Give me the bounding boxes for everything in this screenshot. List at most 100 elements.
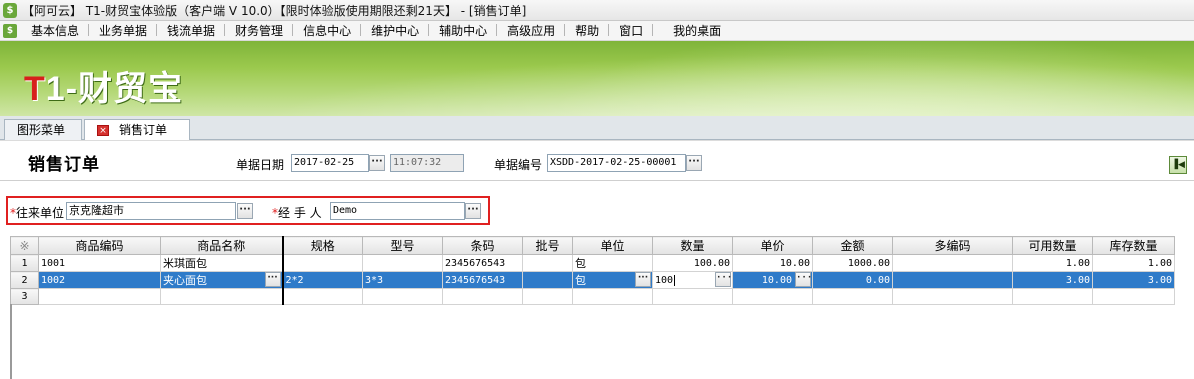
cell-barcode[interactable]: 2345676543 [442,254,523,272]
row-number[interactable]: 1 [10,254,39,272]
cell-qty[interactable] [652,288,733,305]
row-number[interactable]: 3 [10,288,39,305]
cell-price[interactable] [732,288,813,305]
menu-business-docs[interactable]: 业务单据 [89,22,158,39]
menu-finance[interactable]: 财务管理 [225,22,294,39]
cell-unit[interactable] [572,288,653,305]
time-field: 11:07:32 [390,154,464,172]
cell-unit[interactable]: 包 ··· [572,271,653,289]
cell-available[interactable]: 3.00 [1012,271,1093,289]
col-header-spec[interactable]: 规格 [281,236,363,255]
menu-basic-info[interactable]: 基本信息 [21,22,90,39]
menu-help[interactable]: 帮助 [565,22,610,39]
cell-qty-editor[interactable]: 100 ··· [652,271,733,289]
partner-field[interactable]: 京克隆超市 [66,202,236,220]
cell-spec[interactable]: 2*2 [281,271,363,289]
cell-code[interactable] [38,288,161,305]
col-header-available[interactable]: 可用数量 [1012,236,1093,255]
cell-multi-code[interactable] [892,254,1013,272]
price-picker-button[interactable]: ··· [795,272,812,287]
qty-picker-button[interactable]: ··· [715,272,732,287]
menu-assist[interactable]: 辅助中心 [429,22,498,39]
cell-amount[interactable] [812,288,893,305]
col-header-stock[interactable]: 库存数量 [1092,236,1175,255]
handler-picker-button[interactable]: ··· [465,203,481,219]
col-header-unit[interactable]: 单位 [572,236,653,255]
name-picker-button[interactable]: ··· [264,272,281,287]
cell-name[interactable] [160,288,283,305]
grid-left-border [10,304,12,379]
cell-barcode[interactable] [442,288,523,305]
grid-corner[interactable]: ※ [10,236,39,255]
handler-field[interactable]: Demo [330,202,465,220]
menu-app-icon[interactable]: $ [3,23,17,38]
cell-batch[interactable] [522,288,573,305]
menu-my-desktop[interactable]: 我的桌面 [653,22,731,39]
order-lines-table: ※ 商品编码 商品名称 规格 型号 条码 批号 单位 数量 单价 金额 多编码 … [10,236,1175,305]
col-header-multi-code[interactable]: 多编码 [892,236,1013,255]
cell-multi-code[interactable] [892,271,1013,289]
unit-picker-button[interactable]: ··· [635,272,651,287]
cell-model[interactable] [362,254,443,272]
cell-available[interactable] [1012,288,1093,305]
brand-logo: T1-财贸宝 [24,70,184,108]
date-picker-button[interactable]: ··· [369,155,385,171]
page-title: 销售订单 [28,155,100,175]
cell-name[interactable]: 米琪面包 [160,254,283,272]
divider [0,180,1194,181]
table-row[interactable]: 3 [10,288,1175,305]
panel-toggle-button[interactable]: ▐◀ [1169,156,1187,174]
cell-available[interactable]: 1.00 [1012,254,1093,272]
cell-batch[interactable] [522,271,573,289]
cell-unit[interactable]: 包 [572,254,653,272]
col-header-code[interactable]: 商品编码 [38,236,161,255]
close-icon[interactable]: × [97,125,109,136]
table-row[interactable]: 1 1001 米琪面包 2345676543 包 100.00 10.00 10… [10,254,1175,272]
cell-price[interactable]: 10.00 [732,254,813,272]
cell-model[interactable] [362,288,443,305]
col-header-model[interactable]: 型号 [362,236,443,255]
cell-barcode[interactable]: 2345676543 [442,271,523,289]
tab-bar: 图形菜单 × 销售订单 [0,116,1194,141]
col-header-qty[interactable]: 数量 [652,236,733,255]
cell-stock[interactable]: 3.00 [1092,271,1175,289]
cell-amount[interactable]: 1000.00 [812,254,893,272]
menu-maintenance[interactable]: 维护中心 [361,22,430,39]
table-header: ※ 商品编码 商品名称 规格 型号 条码 批号 单位 数量 单价 金额 多编码 … [10,236,1175,255]
col-header-batch[interactable]: 批号 [522,236,573,255]
cell-stock[interactable]: 1.00 [1092,254,1175,272]
cell-price[interactable]: 10.00 ··· [732,271,813,289]
cell-stock[interactable] [1092,288,1175,305]
menu-window[interactable]: 窗口 [609,22,654,39]
brand-banner: T1-财贸宝 [0,41,1194,116]
cell-code[interactable]: 1002 [38,271,161,289]
menu-bar: $ 基本信息 业务单据 钱流单据 财务管理 信息中心 维护中心 辅助中心 高级应… [0,21,1194,41]
col-header-price[interactable]: 单价 [732,236,813,255]
tab-graphic-menu[interactable]: 图形菜单 [4,119,82,140]
cell-batch[interactable] [522,254,573,272]
partner-picker-button[interactable]: ··· [237,203,253,219]
date-field[interactable]: 2017-02-25 [291,154,369,172]
col-header-name[interactable]: 商品名称 [160,236,283,255]
col-header-barcode[interactable]: 条码 [442,236,523,255]
number-picker-button[interactable]: ··· [686,155,702,171]
cell-spec[interactable] [281,254,363,272]
row-number[interactable]: 2 [10,271,39,289]
col-header-amount[interactable]: 金额 [812,236,893,255]
window-title-bar: $ 【阿可云】 T1-财贸宝体验版（客户端 V 10.0）【限时体验版使用期限还… [0,0,1194,21]
tab-sales-order[interactable]: × 销售订单 [84,119,190,141]
menu-cashflow-docs[interactable]: 钱流单据 [157,22,226,39]
menu-info-center[interactable]: 信息中心 [293,22,362,39]
cell-amount[interactable]: 0.00 [812,271,893,289]
app-icon: $ [3,2,17,18]
cell-qty[interactable]: 100.00 [652,254,733,272]
cell-name[interactable]: 夹心面包 ··· [160,271,283,289]
cell-model[interactable]: 3*3 [362,271,443,289]
cell-code[interactable]: 1001 [38,254,161,272]
number-field[interactable]: XSDD-2017-02-25-00001 [547,154,686,172]
window-title: 【阿可云】 T1-财贸宝体验版（客户端 V 10.0）【限时体验版使用期限还剩2… [22,3,527,18]
cell-spec[interactable] [281,288,363,305]
menu-advanced[interactable]: 高级应用 [497,22,566,39]
cell-multi-code[interactable] [892,288,1013,305]
table-row-selected[interactable]: 2 1002 夹心面包 ··· 2*2 3*3 2345676543 包 ··· 1… [10,271,1175,289]
